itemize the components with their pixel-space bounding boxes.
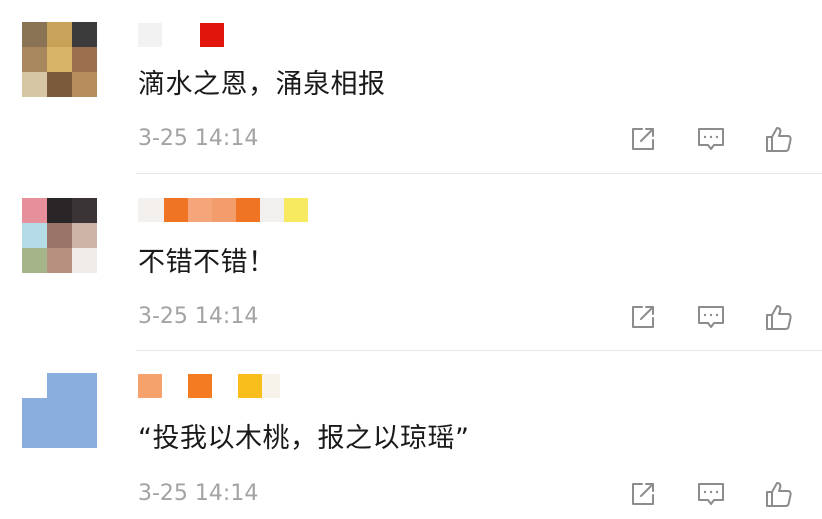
avatar-mosaic-cell: [47, 22, 72, 47]
like-button[interactable]: [762, 300, 796, 334]
avatar-mosaic-cell: [47, 398, 72, 423]
share-button[interactable]: [626, 477, 660, 511]
username-mosaic-block: [236, 198, 260, 222]
avatar-mosaic-cell: [72, 72, 97, 97]
avatar-mosaic-cell: [72, 248, 97, 273]
avatar-mosaic-cell: [47, 198, 72, 223]
username-mosaic-block: [262, 374, 280, 398]
avatar-mosaic-cell: [22, 223, 47, 248]
comment-text: 滴水之恩，涌泉相报: [138, 69, 386, 100]
comment-icon: [698, 483, 724, 505]
thumbs-up-icon: [766, 482, 792, 507]
comment-timestamp: 3-25 14:14: [138, 304, 259, 329]
username-mosaic-block: [138, 374, 162, 398]
comment-item: 不错不错！ 3-25 14:14: [0, 174, 822, 351]
share-icon: [632, 128, 654, 150]
username-mosaic-block: [138, 198, 164, 222]
avatar-mosaic-cell: [72, 22, 97, 47]
share-button[interactable]: [626, 300, 660, 334]
avatar-mosaic-cell: [72, 373, 97, 398]
comment-list: 滴水之恩，涌泉相报 3-25 14:14 不错不错！ 3-25 14:14 “投…: [0, 0, 822, 519]
avatar-mosaic-cell: [47, 248, 72, 273]
share-button[interactable]: [626, 122, 660, 156]
username-mosaic-block: [212, 374, 238, 398]
username-obscured[interactable]: [138, 22, 224, 48]
share-icon: [632, 306, 654, 328]
comment-item: 滴水之恩，涌泉相报 3-25 14:14: [0, 0, 822, 174]
avatar-mosaic-cell: [47, 47, 72, 72]
reply-button[interactable]: [694, 122, 728, 156]
like-button[interactable]: [762, 122, 796, 156]
comment-icon: [698, 306, 724, 328]
username-mosaic-block: [164, 198, 188, 222]
avatar-mosaic-cell: [72, 223, 97, 248]
username-mosaic-block: [188, 198, 212, 222]
avatar-mosaic-cell: [72, 423, 97, 448]
avatar-mosaic-cell: [22, 198, 47, 223]
avatar-mosaic-cell: [72, 198, 97, 223]
username-mosaic-block: [162, 374, 188, 398]
share-icon: [632, 483, 654, 505]
comment-timestamp: 3-25 14:14: [138, 481, 259, 506]
username-mosaic-block: [238, 374, 262, 398]
comment-timestamp: 3-25 14:14: [138, 126, 259, 151]
reply-button[interactable]: [694, 477, 728, 511]
avatar-mosaic-cell: [47, 373, 72, 398]
username-mosaic-block: [284, 198, 308, 222]
avatar-mosaic-cell: [22, 47, 47, 72]
avatar-mosaic-cell: [22, 373, 47, 398]
avatar-mosaic-cell: [22, 398, 47, 423]
thumbs-up-icon: [766, 305, 792, 330]
comment-item: “投我以木桃，报之以琼瑶” 3-25 14:14: [0, 351, 822, 519]
username-mosaic-block: [260, 198, 284, 222]
avatar[interactable]: [22, 22, 97, 97]
avatar-mosaic-cell: [72, 47, 97, 72]
comment-actions: [626, 122, 796, 156]
avatar-mosaic-cell: [72, 398, 97, 423]
reply-button[interactable]: [694, 300, 728, 334]
comment-text: “投我以木桃，报之以琼瑶”: [138, 423, 470, 454]
avatar-mosaic-cell: [47, 423, 72, 448]
thumbs-up-icon: [766, 127, 792, 152]
comment-icon: [698, 128, 724, 150]
comment-actions: [626, 300, 796, 334]
username-mosaic-block: [212, 198, 236, 222]
avatar-mosaic-cell: [47, 223, 72, 248]
username-mosaic-block: [200, 23, 224, 47]
like-button[interactable]: [762, 477, 796, 511]
avatar[interactable]: [22, 198, 97, 273]
comment-text: 不错不错！: [138, 247, 276, 278]
username-obscured[interactable]: [138, 373, 280, 399]
avatar-mosaic-cell: [22, 423, 47, 448]
avatar-mosaic-cell: [47, 72, 72, 97]
username-mosaic-block: [188, 374, 212, 398]
comment-actions: [626, 477, 796, 511]
avatar-mosaic-cell: [22, 72, 47, 97]
avatar[interactable]: [22, 373, 97, 448]
avatar-mosaic-cell: [22, 22, 47, 47]
avatar-mosaic-cell: [22, 248, 47, 273]
username-mosaic-block: [138, 23, 162, 47]
username-obscured[interactable]: [138, 197, 308, 223]
